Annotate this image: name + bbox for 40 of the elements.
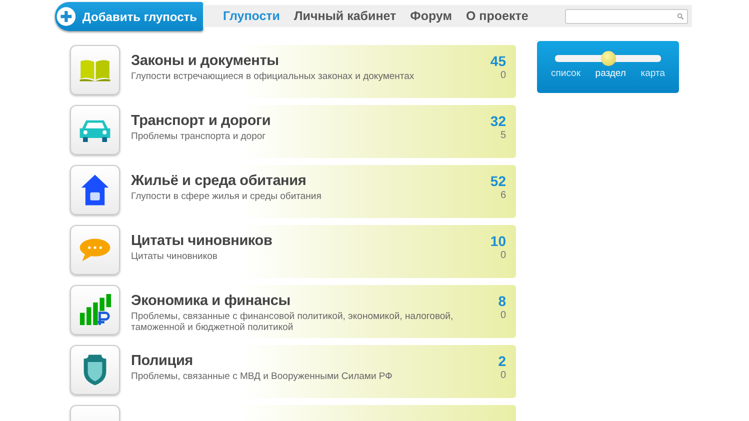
- sub-count: 6: [499, 190, 506, 201]
- category-icon-tile[interactable]: [70, 225, 120, 275]
- category-icon-tile[interactable]: [70, 45, 120, 95]
- count: 52: [490, 173, 506, 189]
- bar-chart-icon: [79, 294, 111, 326]
- category-description: Цитаты чиновников: [131, 251, 218, 262]
- count: 2: [498, 353, 506, 369]
- category-title[interactable]: Цитаты чиновников: [131, 233, 490, 249]
- category-icon-tile[interactable]: [70, 285, 120, 335]
- nav-link[interactable]: О проекте: [466, 9, 528, 23]
- category-icon-tile[interactable]: [70, 105, 120, 155]
- category-description: Проблемы транспорта и дорог: [131, 131, 267, 142]
- category-description: Проблемы, связанные с финансовой политикой, экономикой, налоговой, таможенной и бюджетной политикой: [131, 311, 454, 333]
- search-field[interactable]: [565, 8, 688, 24]
- sub-count: 0: [499, 310, 506, 321]
- count: 45: [490, 53, 506, 69]
- count: 8: [498, 293, 506, 309]
- category-icon-tile[interactable]: [70, 345, 120, 395]
- search-icon: [677, 12, 684, 20]
- category-description: Глупости встречающиеся в официальных законах и документах: [131, 71, 416, 82]
- category-title[interactable]: Законы и документы: [131, 53, 490, 69]
- nav-link[interactable]: Форум: [410, 9, 452, 23]
- slider-thumb[interactable]: [601, 51, 616, 66]
- sub-count: 0: [499, 250, 506, 261]
- category-title[interactable]: Транспорт и дороги: [131, 113, 490, 129]
- count: 10: [490, 233, 506, 249]
- category-title[interactable]: Полиция: [131, 353, 498, 369]
- category-icon-tile[interactable]: [70, 165, 120, 215]
- count: 32: [490, 113, 506, 129]
- nav-link[interactable]: Личный кабинет: [294, 9, 396, 23]
- sub-count: 0: [499, 370, 506, 381]
- house-icon: [79, 174, 111, 206]
- category-title[interactable]: Экономика и финансы: [131, 293, 498, 309]
- view-option[interactable]: раздел: [595, 68, 626, 79]
- plus-icon: [56, 4, 76, 29]
- sub-count: 0: [499, 70, 506, 81]
- category-title[interactable]: Жильё и среда обитания: [131, 173, 490, 189]
- category-description: Проблемы, связанные с МВД и Вооруженными Силами РФ: [131, 371, 394, 382]
- sub-count: 5: [499, 130, 506, 141]
- category-description: Глупости в сфере жилья и среды обитания: [131, 191, 322, 202]
